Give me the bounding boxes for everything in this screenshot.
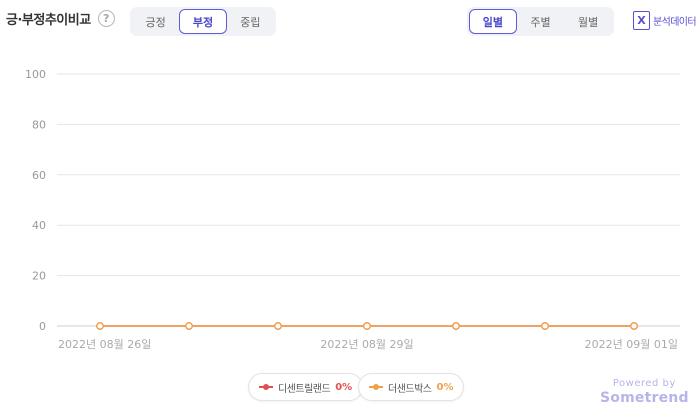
y-tick-label: 0 <box>39 320 46 333</box>
export-data-button[interactable]: X 분석데이터 <box>633 11 697 30</box>
data-point <box>630 322 638 330</box>
export-data-label: 분석데이터 <box>653 17 697 28</box>
y-tick-label: 80 <box>32 118 46 131</box>
line-chart: 0 20 40 60 80 100 2022년 08월 26일 2022년 08월 29일 20… <box>25 68 680 351</box>
sentiment-toggle: 긍정 부정 중립 <box>130 7 276 36</box>
tab-positive[interactable]: 긍정 <box>132 9 179 34</box>
legend-series-percent: 0% <box>436 381 454 393</box>
period-toggle: 일별 주별 월별 <box>467 7 614 36</box>
tab-negative[interactable]: 부정 <box>179 9 227 34</box>
legend-series-name: 디센트릴랜드 <box>278 383 331 395</box>
powered-by-text: Powered by <box>612 378 676 389</box>
y-tick-label: 100 <box>25 68 46 81</box>
legend-series-name: 더샌드박스 <box>388 383 432 395</box>
y-tick-label: 60 <box>32 169 46 182</box>
data-point <box>96 322 104 330</box>
data-point <box>274 322 282 330</box>
x-tick-label: 2022년 08월 29일 <box>320 337 413 351</box>
help-icon[interactable]: ? <box>97 10 115 27</box>
page-title: 긍·부정추이비교 <box>6 13 91 28</box>
legend-item-series-0[interactable]: 디센트릴랜드 0% <box>248 373 364 401</box>
data-point <box>541 322 549 330</box>
legend-marker-icon <box>369 383 383 391</box>
y-tick-label: 20 <box>32 270 46 283</box>
tab-weekly[interactable]: 주별 <box>517 9 565 34</box>
excel-icon: X <box>633 11 650 30</box>
chart-header: 긍·부정추이비교 ? <box>6 9 115 28</box>
legend-item-series-1[interactable]: 더샌드박스 0% <box>358 373 465 401</box>
y-tick-label: 40 <box>32 219 46 232</box>
tab-daily[interactable]: 일별 <box>469 9 517 34</box>
data-point <box>363 322 371 330</box>
tab-neutral[interactable]: 중립 <box>227 9 274 34</box>
brand-logo-text: Sometrend <box>600 390 689 406</box>
legend-series-percent: 0% <box>335 381 353 393</box>
powered-by-logo: Powered by Sometrend <box>600 378 689 406</box>
x-tick-label: 2022년 09월 01일 <box>585 337 678 351</box>
data-point <box>185 322 193 330</box>
tab-monthly[interactable]: 월별 <box>564 9 612 34</box>
data-point <box>452 322 460 330</box>
legend-marker-icon <box>259 383 273 391</box>
x-tick-label: 2022년 08월 26일 <box>58 337 151 351</box>
